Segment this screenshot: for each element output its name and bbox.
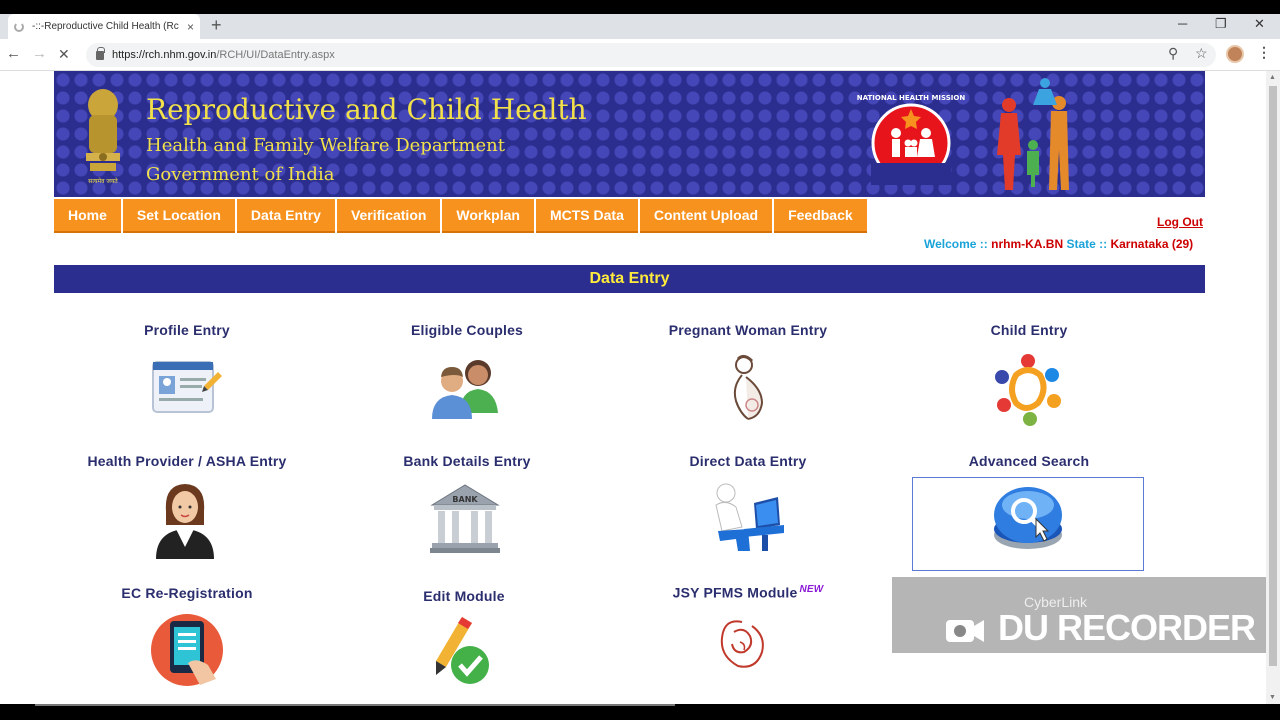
site-subtitle-department: Health and Family Welfare Department: [146, 135, 505, 156]
section-header: Data Entry: [54, 265, 1205, 293]
welcome-line: Welcome :: nrhm-KA.BN State :: Karnataka…: [924, 237, 1193, 251]
site-subtitle-government: Government of India: [146, 164, 335, 185]
tile-label[interactable]: Advanced Search: [899, 453, 1159, 469]
url-path: /RCH/UI/DataEntry.aspx: [216, 49, 335, 61]
lock-icon: [96, 46, 105, 60]
nav-home[interactable]: Home: [54, 199, 121, 233]
bank-icon[interactable]: BANK: [428, 483, 502, 555]
logout-link[interactable]: Log Out: [1157, 215, 1203, 229]
nhm-text: NATIONAL HEALTH MISSION: [857, 94, 966, 102]
profile-avatar[interactable]: [1226, 45, 1244, 63]
new-tab-button[interactable]: +: [211, 15, 222, 36]
site-banner: सत्यमेव जयते Reproductive and Child Heal…: [54, 71, 1205, 197]
tile-label[interactable]: Child Entry: [899, 322, 1159, 338]
page-scrollbar[interactable]: ▲ ▼: [1266, 71, 1280, 704]
tile-advanced-search[interactable]: Advanced Search: [899, 453, 1159, 469]
tile-bank-details-entry[interactable]: Bank Details Entry: [337, 453, 597, 469]
profile-card-icon[interactable]: [150, 356, 222, 418]
main-nav: Home Set Location Data Entry Verificatio…: [54, 199, 867, 233]
tile-label[interactable]: Bank Details Entry: [337, 453, 597, 469]
nav-workplan[interactable]: Workplan: [442, 199, 534, 233]
minimize-icon[interactable]: ─: [1178, 16, 1187, 31]
stop-loading-icon[interactable]: ✕: [58, 46, 70, 63]
tile-label[interactable]: Pregnant Woman Entry: [618, 322, 878, 338]
children-circle-icon[interactable]: [990, 353, 1066, 427]
tile-label[interactable]: Direct Data Entry: [618, 453, 878, 469]
health-worker-icon[interactable]: [152, 481, 218, 559]
video-bottom-bar: [0, 704, 1280, 720]
bookmark-star-icon[interactable]: ☆: [1195, 45, 1208, 62]
computer-user-icon[interactable]: [708, 481, 786, 555]
state-label: State ::: [1063, 237, 1111, 251]
nav-set-location[interactable]: Set Location: [122, 199, 235, 233]
tile-label[interactable]: EC Re-Registration: [57, 585, 317, 601]
tile-pregnant-woman-entry[interactable]: Pregnant Woman Entry: [618, 322, 878, 338]
tile-ec-re-registration[interactable]: EC Re-Registration: [57, 585, 317, 601]
browser-toolbar: ← → ✕ https://rch.nhm.gov.in/RCH/UI/Data…: [0, 39, 1280, 71]
pencil-check-icon[interactable]: [432, 613, 494, 685]
tile-child-entry[interactable]: Child Entry: [899, 322, 1159, 338]
emblem-motto: सत्यमेव जयते: [88, 177, 118, 185]
mother-child-icon[interactable]: [716, 616, 768, 672]
nav-feedback[interactable]: Feedback: [774, 199, 867, 233]
nav-data-entry[interactable]: Data Entry: [236, 199, 335, 233]
back-icon[interactable]: ←: [6, 45, 21, 62]
browser-tab[interactable]: -::-Reproductive Child Health (Rc ×: [8, 14, 200, 39]
address-bar[interactable]: https://rch.nhm.gov.in/RCH/UI/DataEntry.…: [86, 43, 1216, 67]
tile-eligible-couples[interactable]: Eligible Couples: [337, 322, 597, 338]
restore-icon[interactable]: ❐: [1215, 16, 1227, 32]
nhm-logo-icon: NATIONAL HEALTH MISSION: [857, 94, 966, 185]
scroll-down-icon[interactable]: ▼: [1269, 694, 1276, 701]
tile-label[interactable]: Health Provider / ASHA Entry: [57, 453, 317, 469]
search-button-icon[interactable]: [990, 483, 1066, 555]
tile-label[interactable]: JSY PFMS Module: [673, 585, 798, 601]
tile-profile-entry[interactable]: Profile Entry: [57, 322, 317, 338]
site-title: Reproductive and Child Health: [146, 93, 587, 126]
nav-mcts-data[interactable]: MCTS Data: [535, 199, 638, 233]
new-badge: NEW: [799, 584, 824, 595]
url-host: https://rch.nhm.gov.in: [112, 49, 217, 61]
tile-jsy-pfms-module[interactable]: JSY PFMS Module NEW: [618, 584, 878, 601]
tile-edit-module[interactable]: Edit Module: [334, 588, 594, 604]
video-camera-icon: [946, 620, 984, 642]
tile-label[interactable]: Eligible Couples: [337, 322, 597, 338]
scroll-up-icon[interactable]: ▲: [1269, 74, 1276, 81]
svg-text:BANK: BANK: [452, 495, 478, 504]
state-value: Karnataka (29): [1110, 237, 1194, 251]
tab-title: -::-Reproductive Child Health (Rc: [32, 21, 179, 32]
couple-icon[interactable]: [428, 353, 502, 421]
video-progress: [35, 704, 675, 706]
tile-label[interactable]: Profile Entry: [57, 322, 317, 338]
menu-dots-icon[interactable]: ⋮: [1257, 44, 1271, 61]
forward-icon[interactable]: →: [32, 45, 47, 62]
tile-label[interactable]: Edit Module: [334, 588, 594, 604]
tile-health-provider-asha-entry[interactable]: Health Provider / ASHA Entry: [57, 453, 317, 469]
tab-strip: -::-Reproductive Child Health (Rc × + ─ …: [0, 14, 1280, 39]
family-illustration-icon: [997, 78, 1069, 190]
welcome-label: Welcome ::: [924, 237, 992, 251]
tablet-hand-icon[interactable]: [150, 613, 224, 687]
username: nrhm-KA.BN: [991, 237, 1064, 251]
nav-content-upload[interactable]: Content Upload: [639, 199, 773, 233]
tab-close-icon[interactable]: ×: [187, 20, 194, 34]
watermark-product: DU RECORDER: [998, 607, 1256, 648]
tile-direct-data-entry[interactable]: Direct Data Entry: [618, 453, 878, 469]
zoom-icon[interactable]: ⚲: [1168, 45, 1178, 62]
nav-verification[interactable]: Verification: [336, 199, 441, 233]
scrollbar-thumb[interactable]: [1269, 86, 1277, 666]
pregnant-woman-icon[interactable]: [722, 353, 774, 425]
loading-spinner-icon: [14, 21, 24, 32]
window-close-icon[interactable]: ✕: [1254, 16, 1265, 32]
national-emblem-icon: सत्यमेव जयते: [86, 89, 120, 185]
